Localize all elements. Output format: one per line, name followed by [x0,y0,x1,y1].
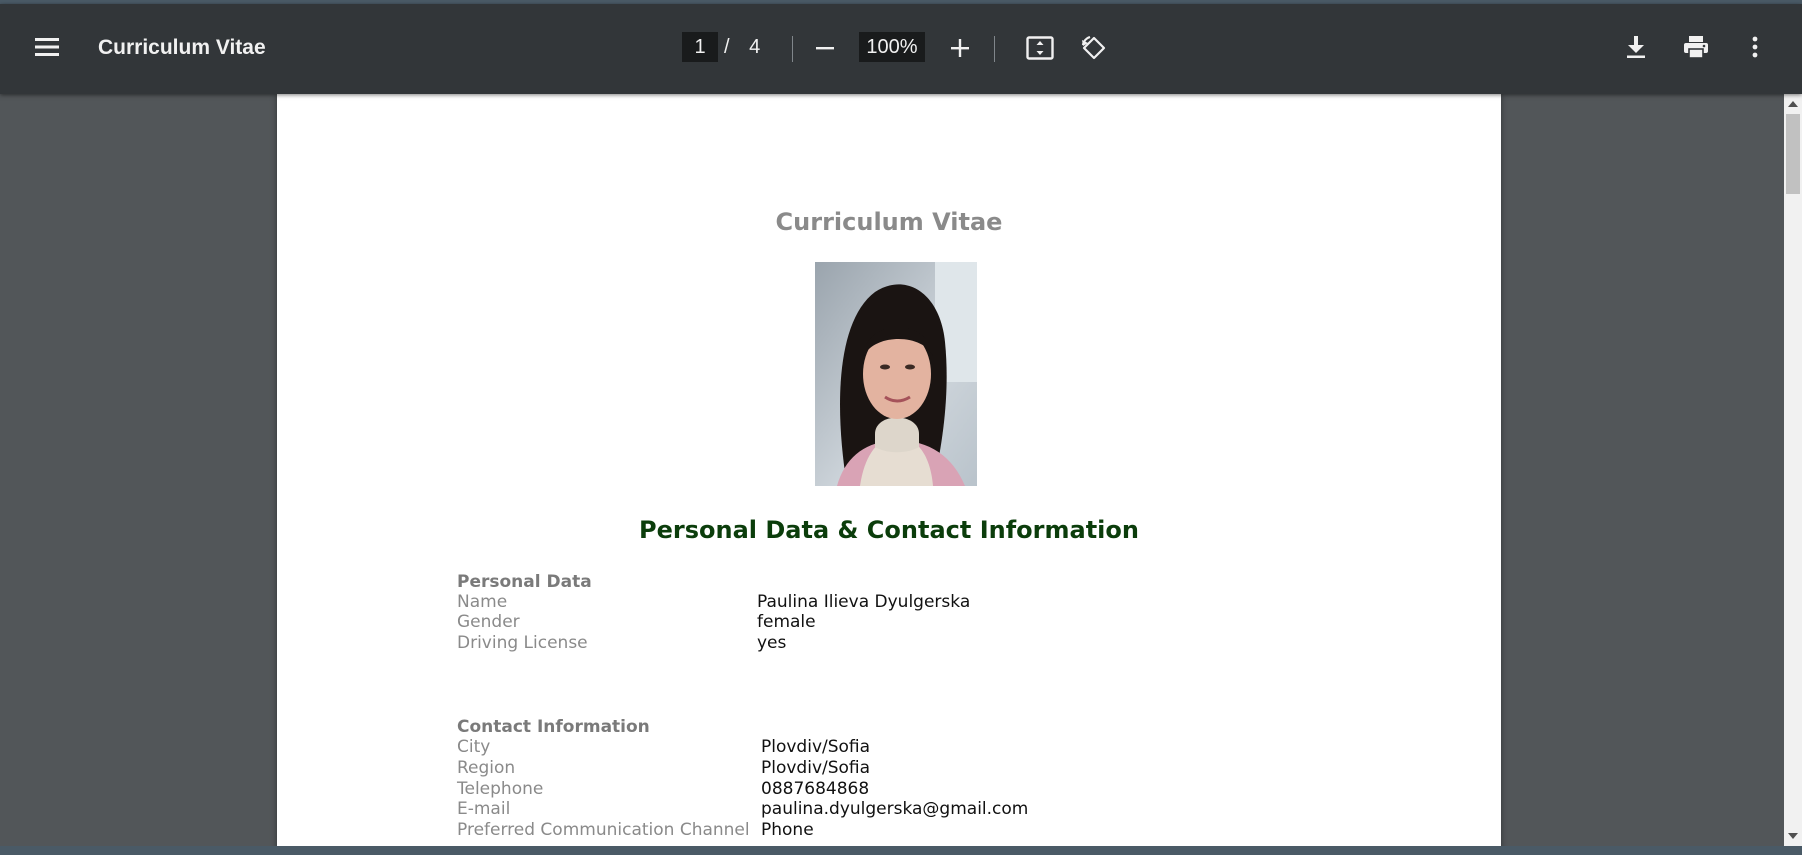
zoom-out-icon[interactable] [805,28,845,68]
page-separator: / [724,36,730,58]
document-title: Curriculum Vitae [98,36,266,59]
gender-value: female [757,612,816,632]
page-counter: / 4 [724,36,760,59]
zoom-level-input[interactable]: 100% [859,32,925,62]
pdf-page: Curriculum Vitae Personal Data & Contact… [277,94,1501,846]
email-value: paulina.dyulgerska@gmail.com [761,799,1029,819]
city-label: City [457,737,491,757]
pdf-toolbar: Curriculum Vitae 1 / 4 100% [0,4,1802,94]
email-label: E-mail [457,799,511,819]
scrollbar-thumb[interactable] [1786,114,1800,194]
cv-heading: Curriculum Vitae [775,208,1003,236]
toolbar-divider [792,36,793,62]
document-viewer[interactable]: Curriculum Vitae Personal Data & Contact… [0,94,1784,846]
contact-information-title: Contact Information [457,717,650,737]
region-label: Region [457,758,516,778]
total-pages: 4 [749,36,761,58]
gender-label: Gender [457,612,520,632]
city-value: Plovdiv/Sofia [761,737,871,757]
preferred-channel-label: Preferred Communication Channel [457,820,750,840]
download-icon[interactable] [1616,27,1656,67]
personal-data-title: Personal Data [457,572,592,592]
name-label: Name [457,592,508,612]
preferred-channel-value: Phone [761,820,814,840]
name-value: Paulina Ilieva Dyulgerska [757,592,971,612]
menu-icon[interactable] [27,27,67,67]
vertical-scrollbar[interactable] [1784,94,1802,846]
region-value: Plovdiv/Sofia [761,758,871,778]
driving-license-label: Driving License [457,633,588,653]
page-number-input[interactable]: 1 [682,32,718,62]
profile-photo [815,262,977,486]
driving-license-value: yes [757,633,787,653]
zoom-in-icon[interactable] [940,28,980,68]
window-bottom-strip [0,846,1802,855]
toolbar-divider [994,36,995,62]
more-options-icon[interactable] [1735,27,1775,67]
telephone-value: 0887684868 [761,779,870,799]
telephone-label: Telephone [457,779,544,799]
scroll-down-arrow-icon[interactable] [1784,828,1802,844]
fit-page-icon[interactable] [1020,28,1060,68]
rotate-icon[interactable] [1073,28,1113,68]
scroll-up-arrow-icon[interactable] [1784,96,1802,112]
section-title: Personal Data & Contact Information [639,516,1139,544]
print-icon[interactable] [1676,27,1716,67]
